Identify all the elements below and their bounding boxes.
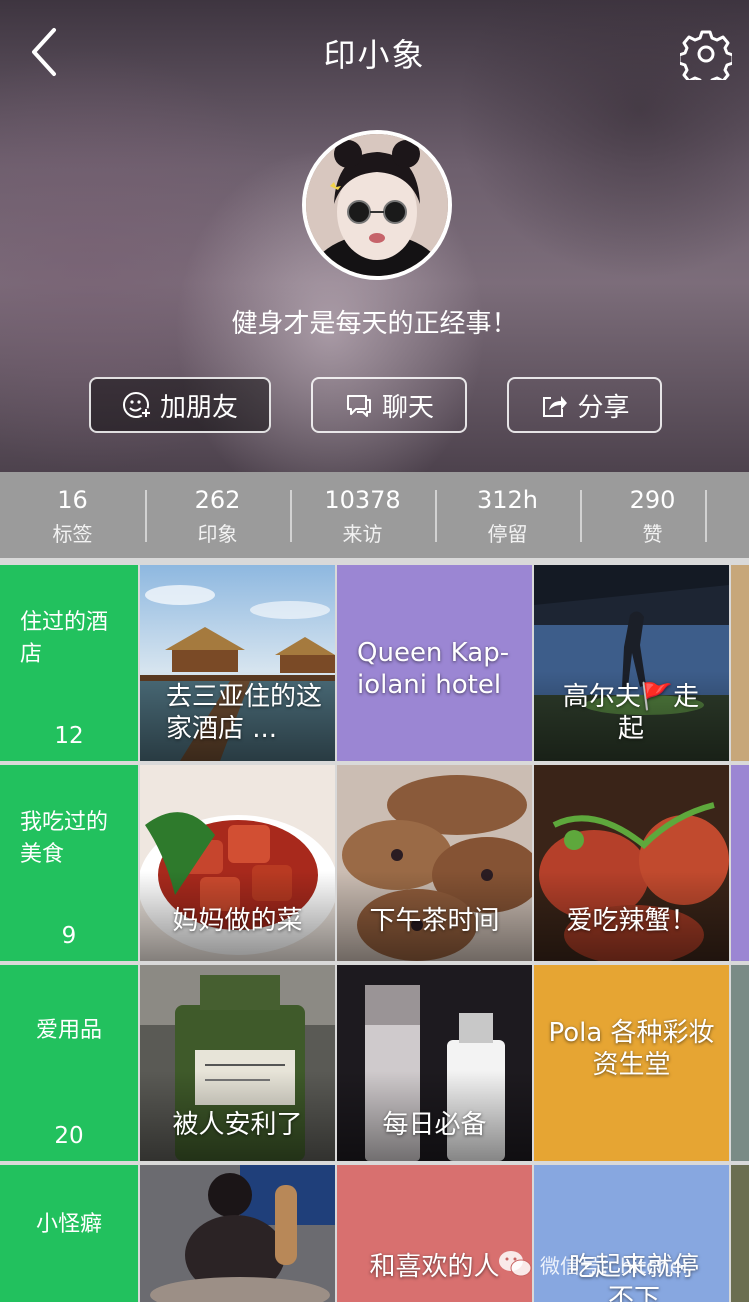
tile-sanya-hotel[interactable]: 去三亚住的这家酒店 ...	[140, 565, 335, 761]
tile-quirk-photo[interactable]	[140, 1165, 335, 1302]
category-count: 12	[54, 723, 84, 749]
tile-daily-essentials[interactable]: 每日必备	[337, 965, 532, 1161]
settings-button[interactable]	[677, 28, 735, 88]
category-name: 我吃过的美食	[20, 810, 109, 867]
next-tile-edge	[731, 965, 749, 1161]
stat-divider	[705, 490, 707, 542]
tile-caption: 去三亚住的这家酒店 ...	[166, 682, 323, 744]
page-title: 印小象	[323, 36, 426, 74]
tile-caption: 高尔夫🚩走起	[562, 682, 700, 744]
category-name: 住过的酒店	[20, 610, 109, 667]
category-count: 9	[61, 923, 77, 949]
category-name: 爱用品	[35, 1018, 102, 1043]
add-friend-label: 加朋友	[159, 392, 238, 423]
smiley-plus-icon	[122, 392, 151, 418]
stat-value: 312h	[476, 486, 539, 514]
stat-likes[interactable]: 290 赞	[580, 472, 725, 558]
tile-pola-shiseido[interactable]: Pola 各种彩妆 资生堂	[534, 965, 729, 1161]
category-row: 住过的酒店 12 去三亚住的这家酒店 ... Queen Kap-iolani …	[0, 565, 749, 761]
tile-moms-cooking[interactable]: 妈妈做的菜	[140, 765, 335, 961]
wechat-icon	[499, 1251, 532, 1277]
next-tile-edge	[731, 765, 749, 961]
tile-queen-kapiolani[interactable]: Queen Kap-iolani hotel	[337, 565, 532, 761]
chat-bubble-icon	[346, 395, 371, 417]
tile-caption: 每日必备	[382, 1110, 487, 1140]
tile-spicy-crab[interactable]: 爱吃辣蟹！	[534, 765, 729, 961]
stat-value: 290	[629, 486, 676, 514]
tile-caption: 被人安利了	[172, 1110, 303, 1140]
stat-impressions[interactable]: 262 印象	[145, 472, 290, 558]
category-hotels[interactable]: 住过的酒店 12	[0, 565, 138, 761]
stats-bar: 16 标签 262 印象 10378 来访 312h 停留 290 赞	[0, 472, 749, 558]
gear-icon	[677, 30, 735, 88]
add-friend-button[interactable]: 加朋友	[89, 377, 271, 433]
stat-visits[interactable]: 10378 来访	[290, 472, 435, 558]
category-row: 我吃过的美食 9 妈妈做的菜 下午茶时间 爱吃辣蟹！	[0, 765, 749, 961]
stat-label: 停留	[487, 522, 528, 546]
tile-caption: 爱吃辣蟹！	[566, 906, 697, 936]
stat-tags[interactable]: 16 标签	[0, 472, 145, 558]
category-favorites[interactable]: 爱用品 20	[0, 965, 138, 1161]
tile-recommended[interactable]: 被人安利了	[140, 965, 335, 1161]
profile-header: 印小象 健身才是每天的正经事！ 加朋友 聊天 分享	[0, 0, 749, 472]
category-row: 爱用品 20 被人安利了 每日必备 Pola 各种彩妆 资生堂	[0, 965, 749, 1161]
tile-caption: 下午茶时间	[369, 906, 500, 936]
stat-value: 10378	[324, 486, 401, 514]
share-label: 分享	[577, 392, 630, 423]
stat-label: 来访	[342, 522, 383, 546]
tile-photo	[140, 1165, 335, 1302]
tile-caption: Queen Kap-iolani hotel	[357, 638, 510, 700]
category-count: 20	[54, 1123, 84, 1149]
avatar-portrait	[306, 134, 448, 276]
share-button[interactable]: 分享	[507, 377, 662, 433]
chat-label: 聊天	[381, 392, 434, 423]
share-icon	[543, 396, 568, 417]
next-tile-edge	[731, 1165, 749, 1302]
stat-stay-time[interactable]: 312h 停留	[435, 472, 580, 558]
watermark-text: 微信号：hitcher	[540, 1253, 691, 1278]
profile-motto: 健身才是每天的正经事！	[231, 309, 518, 339]
stat-value: 16	[57, 486, 88, 514]
tile-caption: Pola 各种彩妆 资生堂	[548, 1018, 715, 1080]
wechat-watermark: 微信号：hitcher	[498, 1244, 690, 1284]
avatar[interactable]	[302, 130, 452, 280]
tile-golf[interactable]: 高尔夫🚩走起	[534, 565, 729, 761]
category-quirks[interactable]: 小怪癖	[0, 1165, 138, 1302]
next-tile-edge	[731, 565, 749, 761]
tile-afternoon-tea[interactable]: 下午茶时间	[337, 765, 532, 961]
category-food[interactable]: 我吃过的美食 9	[0, 765, 138, 961]
stat-value: 262	[194, 486, 241, 514]
chat-button[interactable]: 聊天	[311, 377, 467, 433]
category-name: 小怪癖	[35, 1212, 102, 1237]
stat-label: 赞	[642, 522, 663, 546]
tile-caption: 妈妈做的菜	[172, 906, 303, 936]
stat-label: 印象	[197, 522, 238, 546]
stat-label: 标签	[52, 522, 93, 546]
